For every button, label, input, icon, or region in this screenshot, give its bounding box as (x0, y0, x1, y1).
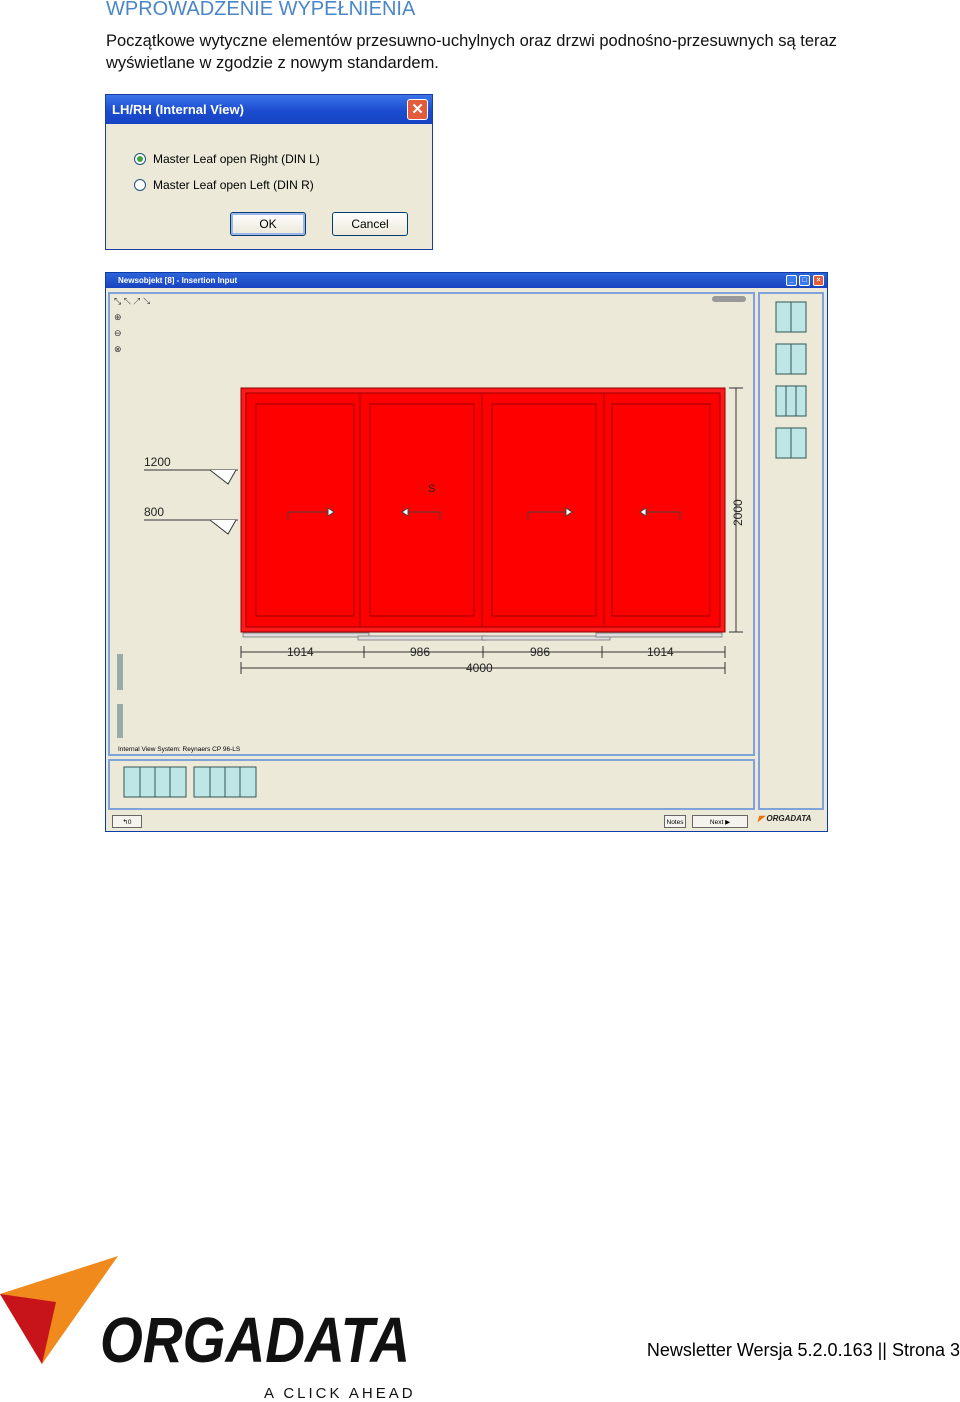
drawing-canvas[interactable]: ⤡ ↖ ↗ ↘ ⊕ ⊖ ⊗ S 1200 800 2000 1014 986 9… (108, 292, 755, 756)
variant-thumbnails (775, 301, 807, 459)
width-1: 1014 (287, 645, 314, 659)
orgadata-logo-text: ORGADATA (100, 1304, 410, 1376)
page-footer: Newsletter Wersja 5.2.0.163 || Strona 3 (646, 1340, 960, 1360)
leaf-4 (603, 392, 721, 628)
window-footer: ↰0 Notes Next ▶ ◤ ORGADATA (106, 812, 827, 831)
orgadata-logo: ORGADATA A CLICK AHEAD (0, 1256, 416, 1402)
maximize-icon[interactable]: □ (799, 275, 810, 286)
leaf-3 (481, 392, 605, 628)
width-2: 986 (410, 645, 430, 659)
notes-button[interactable]: Notes (664, 815, 686, 828)
system-panel[interactable] (108, 759, 755, 810)
minimize-icon[interactable]: _ (786, 275, 797, 286)
orgadata-small-logo: ◤ ORGADATA (758, 814, 812, 823)
total-width: 4000 (466, 661, 493, 675)
door-drawing: S 1200 800 2000 1014 986 986 1014 4000 (144, 387, 745, 675)
close-icon[interactable]: × (813, 275, 824, 286)
cancel-button[interactable]: Cancel (332, 212, 408, 236)
insertion-input-window: Newsobjekt [8] - Insertion Input _ □ × ⤡… (105, 272, 828, 832)
intro-line-2: wyświetlane w zgodzie z nowym standardem… (106, 54, 439, 72)
next-label: Next (709, 819, 724, 826)
height-marker-800: 800 (144, 505, 238, 535)
back-icon[interactable]: ↰0 (112, 815, 142, 828)
ok-button[interactable]: OK (230, 212, 306, 236)
svg-text:2000: 2000 (731, 499, 745, 526)
intro-line-1: Początkowe wytyczne elementów przesuwno-… (106, 32, 837, 50)
intro-paragraph: Początkowe wytyczne elementów przesuwno-… (106, 30, 956, 74)
svg-text:1200: 1200 (144, 455, 171, 469)
option-label: Master Leaf open Left (DIN R) (153, 178, 314, 192)
height-dimension: 2000 (729, 387, 745, 633)
width-3: 986 (530, 645, 550, 659)
option-label: Master Leaf open Right (DIN L) (153, 152, 320, 166)
orgadata-tagline: A CLICK AHEAD (264, 1385, 416, 1402)
section-title: WPROWADZENIE WYPEŁNIENIA (106, 0, 416, 20)
width-4: 1014 (647, 645, 674, 659)
window-title-bar: Newsobjekt [8] - Insertion Input _ □ × (106, 273, 827, 288)
leaf-2 (359, 392, 483, 628)
window-title: Newsobjekt [8] - Insertion Input (118, 276, 238, 285)
next-button[interactable]: Next ▶ (692, 815, 748, 828)
option-master-leaf-left[interactable]: Master Leaf open Left (DIN R) (134, 178, 314, 192)
height-marker-1200: 1200 (144, 455, 238, 485)
close-icon[interactable]: ✕ (407, 99, 428, 120)
variant-icon (775, 385, 807, 417)
leaf-1 (245, 392, 361, 628)
variant-panel[interactable] (758, 292, 824, 810)
option-master-leaf-right[interactable]: Master Leaf open Right (DIN L) (134, 152, 320, 166)
radio-icon[interactable] (134, 179, 146, 191)
dialog-title-bar: LH/RH (Internal View) ✕ (106, 95, 432, 124)
dialog-title: LH/RH (Internal View) (112, 102, 244, 117)
svg-text:800: 800 (144, 505, 164, 519)
status-line: Internal View System: Reynaers CP 96-LS (118, 746, 241, 753)
lh-rh-dialog: LH/RH (Internal View) ✕ Master Leaf open… (105, 94, 433, 250)
radio-selected-icon[interactable] (134, 153, 146, 165)
label-s: S (428, 483, 435, 495)
system-thumbnails (123, 766, 257, 798)
